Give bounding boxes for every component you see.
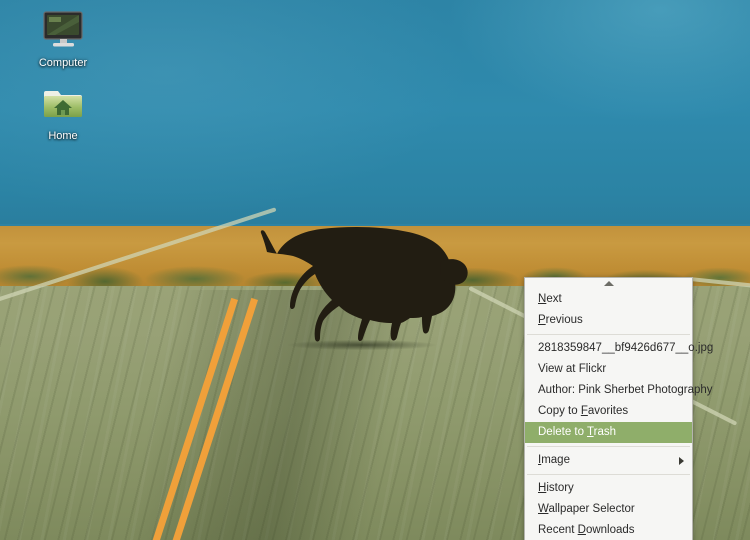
- menu-item-label: Delete to Trash: [538, 426, 616, 438]
- menu-item-delete-to-trash[interactable]: Delete to Trash: [525, 422, 692, 443]
- menu-item-label: Recent Downloads: [538, 524, 635, 536]
- computer-monitor-icon: [43, 11, 83, 47]
- desktop-icon-home[interactable]: Home: [20, 85, 106, 144]
- menu-item-label: Next: [538, 293, 562, 305]
- menu-item-label: Copy to Favorites: [538, 405, 629, 417]
- menu-item-view-at-flickr[interactable]: View at Flickr: [525, 359, 692, 380]
- menu-item-label: View at Flickr: [538, 363, 607, 375]
- menu-item-label: Previous: [538, 314, 583, 326]
- menu-item-label: Image: [538, 454, 570, 466]
- bison-silhouette-icon: [260, 226, 468, 342]
- desktop-icon-label: Home: [48, 130, 78, 142]
- menu-item-label: Wallpaper Selector: [538, 503, 635, 515]
- menu-separator: [527, 334, 690, 335]
- menu-item-recent-downloads[interactable]: Recent Downloads: [525, 520, 692, 540]
- menu-item-label: History: [538, 482, 574, 494]
- menu-item-previous[interactable]: Previous: [525, 310, 692, 331]
- menu-separator: [527, 446, 690, 447]
- menu-item-label: Author: Pink Sherbet Photography: [538, 384, 713, 396]
- menu-scroll-up-arrow[interactable]: [525, 278, 692, 289]
- home-folder-icon: [44, 91, 82, 117]
- chevron-up-icon: [603, 280, 614, 286]
- menu-item-wallpaper-selector[interactable]: Wallpaper Selector: [525, 499, 692, 520]
- menu-item-history[interactable]: History: [525, 478, 692, 499]
- menu-item-next[interactable]: Next: [525, 289, 692, 310]
- submenu-arrow-icon: [679, 456, 684, 465]
- desktop-icon-label: Computer: [38, 57, 88, 69]
- menu-item-copy-to-favorites[interactable]: Copy to Favorites: [525, 401, 692, 422]
- desktop-icon-computer[interactable]: Computer: [20, 10, 106, 71]
- desktop[interactable]: Computer Home Next Previous 2818359847__…: [0, 0, 750, 540]
- menu-item-author[interactable]: Author: Pink Sherbet Photography: [525, 380, 713, 401]
- menu-item-filename[interactable]: 2818359847__bf9426d677__o.jpg: [525, 338, 713, 359]
- wallpaper-sky: [0, 0, 750, 242]
- menu-item-image[interactable]: Image: [525, 450, 692, 471]
- menu-item-label: 2818359847__bf9426d677__o.jpg: [538, 342, 714, 354]
- wallpaper-context-menu[interactable]: Next Previous 2818359847__bf9426d677__o.…: [524, 277, 713, 540]
- menu-separator: [527, 474, 690, 475]
